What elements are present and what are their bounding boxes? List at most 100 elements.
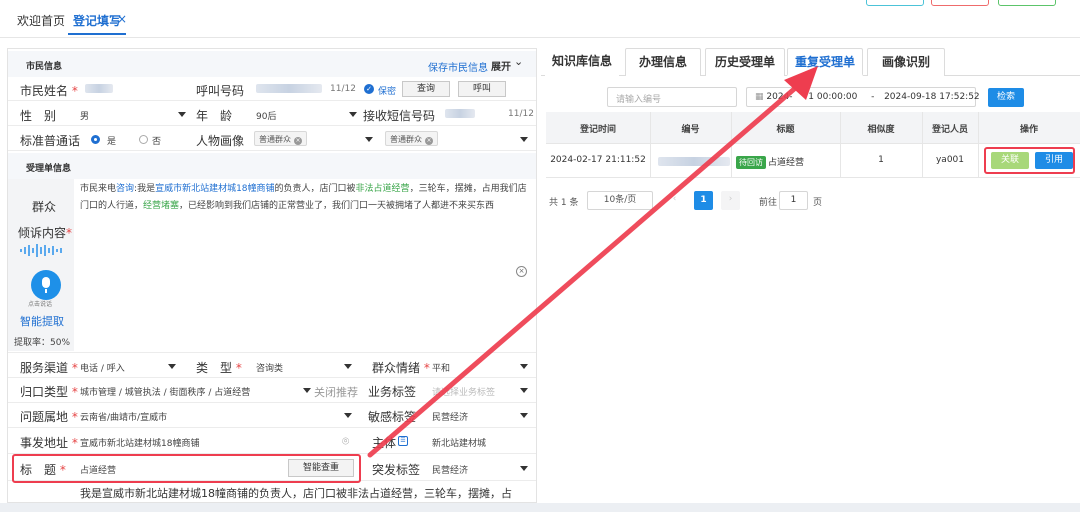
col-register-time: 登记时间 [579, 125, 616, 135]
row-registrar: ya001 [935, 155, 965, 165]
chevron-down-icon[interactable]: ⌄ [514, 55, 523, 68]
call-number-count: 11/12 [330, 84, 356, 94]
secret-check-icon[interactable]: ✓ [364, 84, 374, 94]
biz-tag-chevron-down-icon[interactable] [520, 388, 528, 393]
col-similarity: 相似度 [867, 125, 895, 135]
sms-number-label: 接收短信号码 [363, 109, 436, 123]
summary-text: 我是宣威市新北站建材城18幢商铺的负责人，店门口被非法占道经营，三轮车，摆摊，占 [80, 487, 512, 500]
tab-close-icon[interactable]: × [117, 12, 127, 26]
sudden-tag-select[interactable]: 民营经济 [432, 463, 468, 476]
ticket-section-header: 受理单信息 [8, 153, 536, 179]
citizen-section-title: 市民信息 [26, 62, 63, 72]
complaint-textarea[interactable]: 市民来电咨询:我是宣威市新北站建材城18幢商铺的负责人，店门口被非法占道经营，三… [80, 181, 532, 215]
date-range-picker[interactable]: ▦ 2024- 1 00:00:00 - 2024-09-18 17:52:52 [746, 87, 980, 107]
portrait-2-chevron-down-icon[interactable] [520, 137, 528, 142]
left-form-panel: 市民信息 保存市民信息 展开 ⌄ 市民姓名 * 呼叫号码 11/12 ✓ 保密 … [7, 48, 537, 503]
close-recommend-link[interactable]: 关闭推荐 [314, 384, 358, 400]
sms-number-field-blurred[interactable] [445, 109, 475, 118]
subject-info-icon[interactable]: ☰ [398, 436, 408, 446]
mood-select[interactable]: 平和 [432, 361, 450, 374]
goto-page-input[interactable]: 1 [779, 191, 808, 210]
bottom-scroll-strip[interactable] [0, 503, 1080, 512]
sensitive-tag-label: 敏感标签 [368, 410, 417, 424]
smart-extract-link[interactable]: 智能提取 [20, 313, 64, 329]
mandarin-no-radio[interactable] [139, 135, 148, 144]
region-chevron-down-icon[interactable] [344, 413, 352, 418]
location-pin-icon[interactable]: ⌾ [342, 434, 349, 449]
age-chevron-down-icon[interactable] [349, 112, 357, 117]
name-field-blurred[interactable] [85, 84, 113, 93]
tab-knowledge-base[interactable]: 知识库信息 [545, 48, 619, 76]
category-label: 归口类型 * [20, 385, 78, 399]
call-number-field-blurred[interactable] [256, 84, 322, 93]
status-badge: 待回访 [736, 156, 766, 169]
current-page[interactable]: 1 [694, 191, 713, 210]
address-label: 事发地址 * [20, 436, 78, 450]
row-category-biztag: 归口类型 * 城市管理 / 城管执法 / 街面秩序 / 占道经营 关闭推荐 业务… [8, 378, 536, 403]
address-input[interactable]: 宣威市新北站建材城18幢商铺 [80, 436, 199, 449]
service-channel-select[interactable]: 电话 / 呼入 [80, 361, 125, 374]
active-tab-underline [68, 33, 126, 35]
mandarin-label: 标准普通话 [20, 134, 81, 148]
sensitive-chevron-down-icon[interactable] [520, 413, 528, 418]
remove-tag-icon: × [425, 137, 433, 145]
page-unit-label: 页 [813, 198, 823, 208]
sensitive-tag-select[interactable]: 民营经济 [432, 410, 468, 423]
page-size-select[interactable]: 10条/页 [587, 191, 653, 210]
prev-page-button[interactable]: ‹ [665, 191, 684, 210]
calendar-icon: ▦ [755, 92, 764, 102]
gender-select[interactable]: 男 [80, 109, 89, 122]
row-region-sensitive: 问题属地 * 云南省/曲靖市/宣威市 敏感标签 民营经济 [8, 403, 536, 428]
top-toolbar-button-3[interactable] [998, 0, 1056, 6]
clear-content-icon[interactable]: × [516, 266, 527, 277]
duplicate-table-header: 登记时间 编号 标题 相似度 登记人员 操作 [546, 112, 1080, 144]
ticket-section-title: 受理单信息 [26, 164, 72, 174]
row-gender-age-sms: 性 别 男 年 龄 90后 接收短信号码 11/12 [8, 101, 536, 126]
service-chevron-down-icon[interactable] [168, 364, 176, 369]
query-button[interactable]: 查询 [402, 81, 450, 97]
call-number-label: 呼叫号码 [196, 84, 245, 98]
call-button[interactable]: 呼叫 [458, 81, 506, 97]
sudden-chevron-down-icon[interactable] [520, 466, 528, 471]
row-number-blurred[interactable] [658, 157, 730, 166]
duplicate-tab-focus [785, 46, 866, 78]
row-address-subject: 事发地址 * 宣威市新北站建材城18幢商铺 ⌾ 主体 ☰ 新北站建材城 [8, 428, 536, 454]
age-select[interactable]: 90后 [256, 109, 276, 122]
tab-history-tickets[interactable]: 历史受理单 [705, 48, 785, 76]
portrait-chevron-down-icon[interactable] [365, 137, 373, 142]
search-button[interactable]: 检索 [988, 88, 1024, 107]
mic-caption: 点击说话 [28, 301, 53, 308]
type-chevron-down-icon[interactable] [344, 364, 352, 369]
ticket-number-search-input[interactable]: 请输入编号 [607, 87, 737, 107]
category-select[interactable]: 城市管理 / 城管执法 / 街面秩序 / 占道经营 [80, 385, 250, 398]
row-title: 待回访 占道经营 [736, 155, 816, 169]
mood-chevron-down-icon[interactable] [520, 364, 528, 369]
microphone-button[interactable] [31, 270, 61, 300]
tab-welcome-home[interactable]: 欢迎首页 [17, 12, 65, 29]
region-label: 问题属地 * [20, 410, 78, 424]
tab-portrait-recognition[interactable]: 画像识别 [867, 48, 945, 76]
top-toolbar-button-1[interactable] [866, 0, 924, 6]
expand-toggle[interactable]: 展开 [491, 58, 511, 73]
tab-register-form[interactable]: 登记填写 [73, 12, 121, 29]
mandarin-yes-label: 是 [107, 137, 117, 147]
portrait-tag-2[interactable]: 普通群众 × [385, 131, 438, 146]
category-chevron-down-icon[interactable] [303, 388, 311, 393]
type-label: 类 型 * [196, 361, 242, 375]
actions-highlight-box [984, 147, 1075, 174]
gender-chevron-down-icon[interactable] [178, 112, 186, 117]
top-toolbar-button-2[interactable] [931, 0, 989, 6]
pager-total: 共 1 条 [549, 198, 579, 208]
biz-tag-select[interactable]: 请选择业务标签 [432, 385, 495, 398]
name-label: 市民姓名 * [20, 84, 78, 98]
mandarin-yes-radio[interactable] [91, 135, 100, 144]
portrait-tag-1[interactable]: 普通群众 × [254, 131, 307, 146]
type-select[interactable]: 咨询类 [256, 361, 283, 374]
save-citizen-link[interactable]: 保存市民信息 [428, 59, 488, 74]
secret-label: 保密 [378, 87, 397, 97]
tab-handling-info[interactable]: 办理信息 [625, 48, 701, 76]
region-select[interactable]: 云南省/曲靖市/宣威市 [80, 410, 167, 423]
complaint-label: 倾诉内容* [18, 226, 73, 240]
next-page-button[interactable]: › [721, 191, 740, 210]
biz-tag-label: 业务标签 [368, 385, 417, 399]
